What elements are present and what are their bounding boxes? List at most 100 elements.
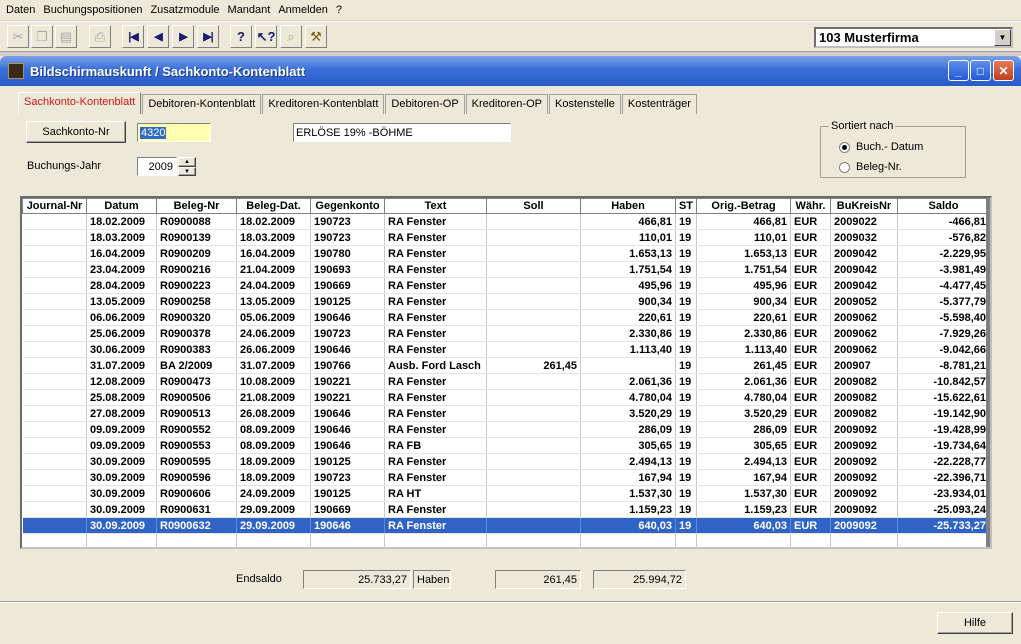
col-beleg-nr-header[interactable]: Beleg-Nr [156, 198, 237, 214]
table-row[interactable]: 18.03.2009 R0900139 18.03.2009 190723 RA Fen… [22, 229, 990, 246]
tab-debitoren-kontenblatt[interactable]: Debitoren-Kontenblatt [142, 94, 262, 114]
date-cell: 09.09.2009 [86, 421, 157, 438]
debit-cell [486, 485, 581, 502]
copy-icon[interactable]: ❐ [31, 25, 53, 48]
debit-cell [486, 325, 581, 342]
menu-anmelden[interactable]: Anmelden [274, 0, 332, 20]
table-row[interactable]: 30.09.2009 R0900631 29.09.2009 190669 RA Fen… [22, 501, 990, 518]
col-st-header[interactable]: ST [675, 198, 697, 214]
table-row[interactable]: 25.08.2009 R0900506 21.08.2009 190221 RA Fen… [22, 389, 990, 406]
table-row[interactable]: 06.06.2009 R0900320 05.06.2009 190646 RA Fen… [22, 309, 990, 326]
table-row[interactable]: 27.08.2009 R0900513 26.08.2009 190646 RA Fen… [22, 405, 990, 422]
menu-buchungspositionen[interactable]: Buchungspositionen [39, 0, 146, 20]
col-soll-header[interactable]: Soll [486, 198, 581, 214]
text-cell: RA Fenster [384, 517, 487, 534]
tab-kostenstelle[interactable]: Kostenstelle [548, 94, 621, 114]
col-beleg-dat-header[interactable]: Beleg-Dat. [236, 198, 311, 214]
maximize-icon[interactable]: □ [970, 60, 991, 81]
table-row[interactable]: 31.07.2009 BA 2/2009 31.07.2009 190766 Ausb.… [22, 357, 990, 374]
tab-kreditoren-kontenblatt[interactable]: Kreditoren-Kontenblatt [262, 94, 385, 114]
last-record-icon[interactable]: ▶| [197, 25, 219, 48]
chevron-down-icon[interactable]: ▼ [994, 29, 1011, 46]
col-orig-betrag-header[interactable]: Orig.-Betrag [696, 198, 791, 214]
col-bukreisnr-header[interactable]: BuKreisNr [830, 198, 898, 214]
tab-debitoren-op[interactable]: Debitoren-OP [385, 94, 465, 114]
endsaldo-value: 25.733,27 [303, 570, 411, 589]
original-amount-cell: 2.061,36 [696, 373, 791, 390]
sort-groupbox: Sortiert nach Buch.- Datum Beleg-Nr. [820, 120, 966, 178]
col-datum-header[interactable]: Datum [86, 198, 157, 214]
balance-cell: -22.228,77 [897, 453, 990, 470]
help-icon[interactable]: ? [230, 25, 252, 48]
paste-icon[interactable]: ▤ [55, 25, 77, 48]
col-waehrung-header[interactable]: Währ. [790, 198, 831, 214]
ledger-table[interactable]: Journal-Nr Datum Beleg-Nr Beleg-Dat. Gegenko… [20, 196, 992, 549]
account-number-button[interactable]: Sachkonto-Nr [26, 121, 126, 143]
tab-kreditoren-op[interactable]: Kreditoren-OP [465, 94, 548, 114]
date-cell: 12.08.2009 [86, 373, 157, 390]
date-cell: 09.09.2009 [86, 437, 157, 454]
table-row[interactable]: 23.04.2009 R0900216 21.04.2009 190693 RA Fen… [22, 261, 990, 278]
table-row[interactable]: 13.05.2009 R0900258 13.05.2009 190125 RA Fen… [22, 293, 990, 310]
scissors-icon[interactable]: ✂ [7, 25, 29, 48]
minimize-icon[interactable]: _ [948, 60, 969, 81]
table-row[interactable]: 30.06.2009 R0900383 26.06.2009 190646 RA Fen… [22, 341, 990, 358]
table-row[interactable]: 30.09.2009 R0900606 24.09.2009 190125 RA HT 1… [22, 485, 990, 502]
col-text-header[interactable]: Text [384, 198, 487, 214]
account-description-field: ERLÖSE 19% -BÖHME [293, 123, 511, 142]
menu-bar: Daten Buchungspositionen Zusatzmodule Ma… [0, 0, 1021, 20]
debit-cell [486, 421, 581, 438]
search-icon[interactable]: ⌕ [280, 25, 302, 48]
currency-cell: EUR [790, 309, 831, 326]
table-row[interactable]: 09.09.2009 R0900553 08.09.2009 190646 RA FB 3… [22, 437, 990, 454]
tab-kostentraeger[interactable]: Kostenträger [621, 94, 697, 114]
empty-cell [22, 533, 87, 547]
table-row[interactable]: 30.09.2009 R0900632 29.09.2009 190646 RA Fen… [22, 517, 990, 534]
next-record-icon[interactable]: ▶ [172, 25, 194, 48]
help-button[interactable]: Hilfe [937, 612, 1013, 634]
journal-nr-cell [22, 213, 87, 230]
menu-mandant[interactable]: Mandant [224, 0, 275, 20]
menu-zusatzmodule[interactable]: Zusatzmodule [146, 0, 223, 20]
menu-daten[interactable]: Daten [2, 0, 39, 20]
print-icon[interactable]: ⎙ [89, 25, 111, 48]
sort-by-document-number[interactable]: Beleg-Nr. [839, 161, 902, 173]
context-help-icon[interactable]: ↖? [255, 25, 277, 48]
text-cell: RA Fenster [384, 213, 487, 230]
table-scrollbar[interactable] [986, 198, 990, 547]
table-row[interactable]: 18.02.2009 R0900088 18.02.2009 190723 RA Fen… [22, 213, 990, 230]
sort-by-booking-date[interactable]: Buch.- Datum [839, 141, 923, 153]
prev-record-icon[interactable]: ◀ [147, 25, 169, 48]
table-row[interactable]: 16.04.2009 R0900209 16.04.2009 190780 RA Fen… [22, 245, 990, 262]
currency-cell: EUR [790, 485, 831, 502]
table-row[interactable]: 28.04.2009 R0900223 24.04.2009 190669 RA Fen… [22, 277, 990, 294]
wrench-icon[interactable]: ⚒ [305, 25, 327, 48]
balance-cell: -5.377,79 [897, 293, 990, 310]
col-journal-nr-header[interactable]: Journal-Nr [22, 198, 87, 214]
table-row[interactable]: 30.09.2009 R0900596 18.09.2009 190723 RA Fen… [22, 469, 990, 486]
currency-cell: EUR [790, 229, 831, 246]
table-empty-row[interactable] [22, 533, 990, 547]
table-row[interactable]: 09.09.2009 R0900552 08.09.2009 190646 RA Fen… [22, 421, 990, 438]
date-cell: 18.02.2009 [86, 213, 157, 230]
col-gegenkonto-header[interactable]: Gegenkonto [310, 198, 385, 214]
year-field[interactable]: 2009 [137, 157, 177, 176]
company-select[interactable]: 103 Musterfirma ▼ [814, 27, 1013, 48]
spin-down-icon[interactable]: ▼ [178, 167, 196, 176]
tab-sachkonto-kontenblatt[interactable]: Sachkonto-Kontenblatt [18, 92, 142, 114]
first-record-icon[interactable]: |◀ [122, 25, 144, 48]
document-number-cell: R0900596 [156, 469, 237, 486]
table-row[interactable]: 25.06.2009 R0900378 24.06.2009 190723 RA Fen… [22, 325, 990, 342]
table-row[interactable]: 30.09.2009 R0900595 18.09.2009 190125 RA Fen… [22, 453, 990, 470]
close-icon[interactable]: ✕ [993, 60, 1014, 81]
text-cell: RA Fenster [384, 405, 487, 422]
menu-help[interactable]: ? [332, 0, 346, 20]
col-saldo-header[interactable]: Saldo [897, 198, 990, 214]
tax-key-cell: 19 [675, 405, 697, 422]
col-haben-header[interactable]: Haben [580, 198, 676, 214]
document-date-cell: 31.07.2009 [236, 357, 311, 374]
table-row[interactable]: 12.08.2009 R0900473 10.08.2009 190221 RA Fen… [22, 373, 990, 390]
spin-up-icon[interactable]: ▲ [178, 157, 196, 167]
account-number-field[interactable]: 4320 [137, 123, 211, 142]
original-amount-cell: 495,96 [696, 277, 791, 294]
